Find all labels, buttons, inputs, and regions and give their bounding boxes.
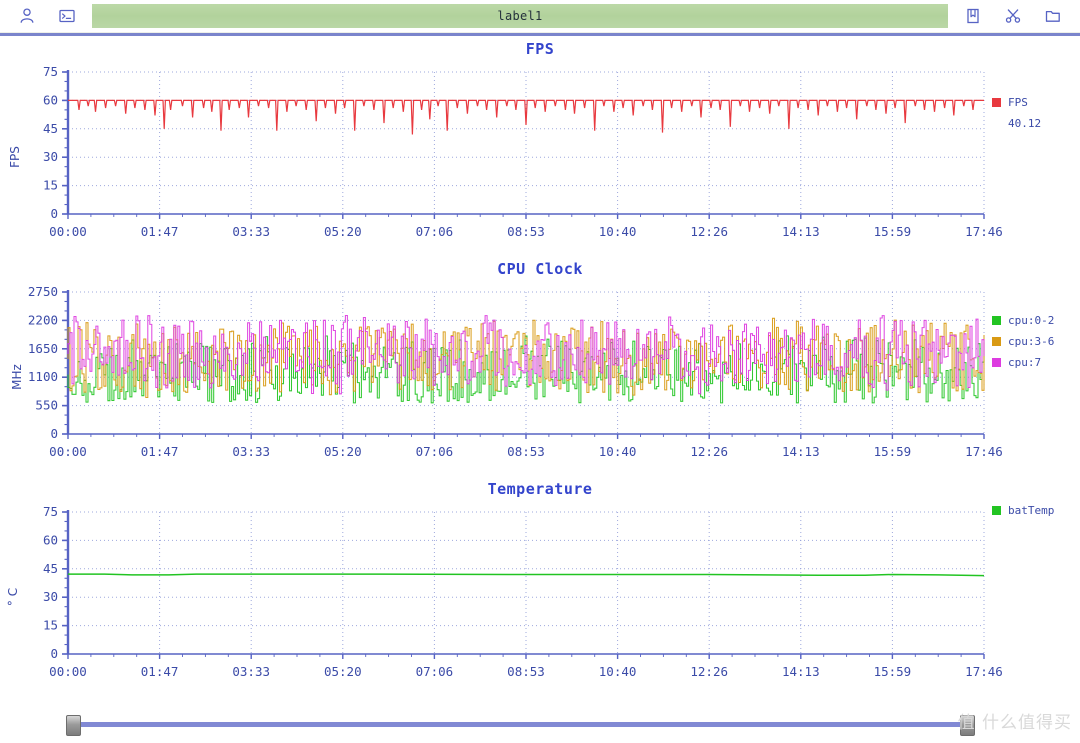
svg-text:17:46: 17:46	[965, 224, 1003, 239]
svg-text:03:33: 03:33	[232, 664, 270, 679]
slider-handle-left[interactable]	[66, 715, 81, 736]
legend-item-cpu-7[interactable]: cpu:7	[992, 356, 1054, 369]
scissors-icon[interactable]	[1000, 3, 1026, 29]
legend-swatch-cpu-7	[992, 358, 1001, 367]
legend-swatch-fps	[992, 98, 1001, 107]
legend-label-cpu-0-2: cpu:0-2	[1008, 314, 1055, 327]
chart-panel-temperature: Temperature ° C 0 15 30 45 60 75 00:00 01:47 03:…	[0, 476, 1080, 696]
plot-area-temperature[interactable]: ° C 0 15 30 45 60 75 00:00 01:47 03:33 05:20 07:06…	[0, 502, 1080, 692]
plot-area-fps[interactable]: FPS 0 15 30 45 60 75 00:00 01:47 03:33 05:20 07:06…	[0, 62, 1080, 252]
svg-text:30: 30	[43, 589, 58, 604]
svg-text:15:59: 15:59	[874, 444, 912, 459]
svg-text:75: 75	[43, 64, 58, 79]
legend-fps: FPS 40.12	[992, 96, 1041, 130]
svg-text:15:59: 15:59	[874, 664, 912, 679]
chart-title-temperature: Temperature	[487, 480, 593, 498]
svg-text:15:59: 15:59	[874, 224, 912, 239]
svg-text:08:53: 08:53	[507, 664, 545, 679]
svg-text:60: 60	[43, 532, 58, 547]
svg-text:10:40: 10:40	[599, 224, 637, 239]
legend-label-cpu-3-6: cpu:3-6	[1008, 335, 1055, 348]
svg-text:01:47: 01:47	[141, 664, 179, 679]
svg-text:00:00: 00:00	[49, 224, 87, 239]
svg-text:75: 75	[43, 504, 58, 519]
label-text: label1	[497, 9, 543, 23]
chart-title-fps: FPS	[525, 40, 555, 58]
svg-text:05:20: 05:20	[324, 224, 362, 239]
svg-text:15: 15	[43, 618, 58, 633]
legend-label-cpu-7: cpu:7	[1008, 356, 1042, 369]
legend-value-fps: 40.12	[1008, 117, 1042, 130]
svg-text:10:40: 10:40	[599, 444, 637, 459]
label-input[interactable]: label1	[92, 4, 948, 28]
terminal-icon[interactable]	[54, 3, 80, 29]
legend-label-battemp: batTemp	[1008, 504, 1055, 517]
svg-text:12:26: 12:26	[690, 664, 728, 679]
legend-item-cpu-0-2[interactable]: cpu:0-2	[992, 314, 1054, 327]
svg-text:08:53: 08:53	[507, 224, 545, 239]
svg-text:0: 0	[50, 646, 58, 661]
svg-text:12:26: 12:26	[690, 444, 728, 459]
legend-label-fps: FPS	[1008, 96, 1028, 109]
svg-text:03:33: 03:33	[232, 224, 270, 239]
legend-temperature: batTemp	[992, 504, 1054, 525]
plot-svg-fps: 0 15 30 45 60 75 00:00 01:47 03:33 05:20 07:06 08:5…	[43, 64, 1003, 239]
svg-text:01:47: 01:47	[141, 224, 179, 239]
svg-text:45: 45	[43, 561, 58, 576]
svg-text:00:00: 00:00	[49, 444, 87, 459]
plot-svg-cpu-clock: 0 550 1100 1650 2200 2750 00:00 01:47 03:33 05:20…	[28, 284, 1003, 459]
svg-text:2750: 2750	[28, 284, 58, 299]
bookmark-icon[interactable]	[960, 3, 986, 29]
legend-swatch-cpu-0-2	[992, 316, 1001, 325]
legend-item-fps[interactable]: FPS	[992, 96, 1041, 109]
svg-text:17:46: 17:46	[965, 444, 1003, 459]
svg-text:550: 550	[35, 398, 58, 413]
svg-text:15: 15	[43, 178, 58, 193]
svg-text:07:06: 07:06	[416, 224, 454, 239]
folder-icon[interactable]	[1040, 3, 1066, 29]
svg-text:45: 45	[43, 121, 58, 136]
svg-text:07:06: 07:06	[416, 664, 454, 679]
legend-swatch-battemp	[992, 506, 1001, 515]
chart-panel-cpu-clock: CPU Clock MHz 0 550 1100 1650 2200 2750 00:00 0…	[0, 256, 1080, 476]
chart-panel-fps: FPS FPS 0 15 30 45 60 75 00:00 01:47 03:33 05:20 0…	[0, 36, 1080, 256]
svg-text:60: 60	[43, 92, 58, 107]
plot-svg-temperature: 0 15 30 45 60 75 00:00 01:47 03:33 05:20 07:06 08:5…	[43, 504, 1003, 679]
legend-cpu-clock: cpu:0-2 cpu:3-6 cpu:7	[992, 314, 1054, 377]
svg-text:14:13: 14:13	[782, 224, 820, 239]
svg-text:05:20: 05:20	[324, 664, 362, 679]
svg-text:14:13: 14:13	[782, 664, 820, 679]
legend-item-cpu-3-6[interactable]: cpu:3-6	[992, 335, 1054, 348]
svg-text:17:46: 17:46	[965, 664, 1003, 679]
user-icon[interactable]	[14, 3, 40, 29]
legend-item-battemp[interactable]: batTemp	[992, 504, 1054, 517]
svg-text:1100: 1100	[28, 369, 58, 384]
watermark: 值 什么值得买	[957, 713, 1072, 733]
svg-text:08:53: 08:53	[507, 444, 545, 459]
svg-text:10:40: 10:40	[599, 664, 637, 679]
toolbar: label1	[0, 0, 1080, 32]
svg-text:01:47: 01:47	[141, 444, 179, 459]
svg-text:03:33: 03:33	[232, 444, 270, 459]
svg-text:2200: 2200	[28, 312, 58, 327]
range-slider[interactable]: 值 什么值得买	[0, 701, 1080, 743]
plot-area-cpu-clock[interactable]: MHz 0 550 1100 1650 2200 2750 00:00 01:47 03:33 0…	[0, 282, 1080, 472]
svg-text:1650: 1650	[28, 341, 58, 356]
svg-text:12:26: 12:26	[690, 224, 728, 239]
svg-text:07:06: 07:06	[416, 444, 454, 459]
svg-text:0: 0	[50, 206, 58, 221]
svg-text:0: 0	[50, 426, 58, 441]
slider-track[interactable]	[78, 722, 970, 727]
svg-text:05:20: 05:20	[324, 444, 362, 459]
svg-text:30: 30	[43, 149, 58, 164]
svg-text:00:00: 00:00	[49, 664, 87, 679]
legend-swatch-cpu-3-6	[992, 337, 1001, 346]
svg-text:14:13: 14:13	[782, 444, 820, 459]
chart-title-cpu-clock: CPU Clock	[497, 260, 583, 278]
